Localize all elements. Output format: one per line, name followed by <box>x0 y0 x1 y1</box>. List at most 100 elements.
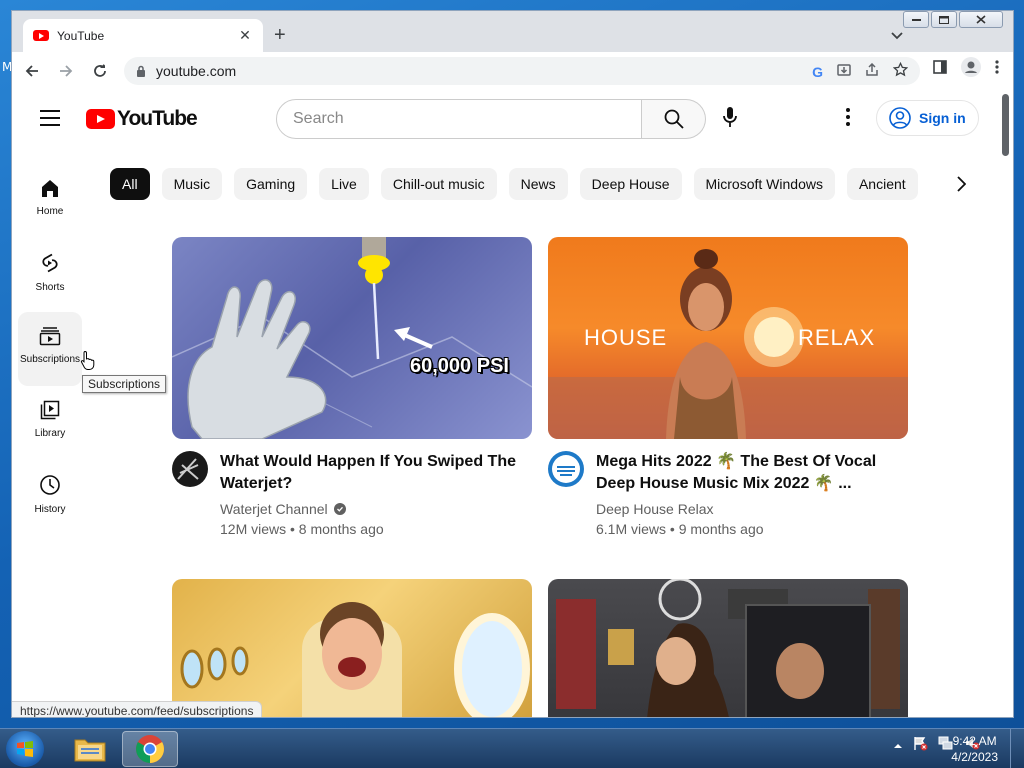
tab-search-icon[interactable] <box>891 27 903 45</box>
library-icon <box>40 400 60 420</box>
chip-ancient[interactable]: Ancient <box>846 168 918 200</box>
close-window-button[interactable] <box>959 11 1003 28</box>
sidebar-item-history[interactable]: History <box>18 460 82 534</box>
verified-check-icon <box>333 503 346 515</box>
chip-music[interactable]: Music <box>161 168 223 200</box>
thumbnail-text-right: RELAX <box>798 325 876 350</box>
bookmark-star-icon[interactable] <box>892 61 909 82</box>
video-thumbnail[interactable] <box>172 579 532 717</box>
sidebar-item-home[interactable]: Home <box>18 164 82 238</box>
channel-name-text: Waterjet Channel <box>220 501 328 517</box>
shorts-icon <box>42 253 58 273</box>
maximize-button[interactable] <box>931 11 957 28</box>
podcast-thumbnail-art <box>556 579 900 717</box>
video-thumbnail[interactable] <box>548 579 908 717</box>
back-button[interactable] <box>18 57 46 85</box>
address-bar[interactable]: youtube.com G <box>124 57 920 85</box>
install-icon[interactable] <box>837 63 851 82</box>
video-stats: 12M views • 8 months ago <box>220 521 384 537</box>
profile-avatar-icon[interactable] <box>961 57 981 82</box>
chip-microsoft-windows[interactable]: Microsoft Windows <box>693 168 835 200</box>
chip-live[interactable]: Live <box>319 168 369 200</box>
chip-all[interactable]: All <box>110 168 150 200</box>
sidebar-item-library[interactable]: Library <box>18 386 82 460</box>
sidebar-label-home: Home <box>36 206 64 217</box>
chevron-right-icon[interactable] <box>956 176 967 197</box>
thumbnail-text-left: HOUSE <box>584 325 668 350</box>
chrome-icon <box>136 735 164 763</box>
microphone-icon[interactable] <box>722 106 738 133</box>
sidebar-item-subscriptions[interactable]: Subscriptions <box>18 312 82 386</box>
channel-avatar[interactable] <box>548 451 584 487</box>
page-scrollbar[interactable] <box>998 90 1013 717</box>
channel-name[interactable]: Waterjet Channel <box>220 501 520 517</box>
channel-name[interactable]: Deep House Relax <box>596 501 896 517</box>
clock-time: 9:42 AM <box>952 734 997 748</box>
scrollbar-thumb[interactable] <box>1002 94 1009 156</box>
menu-icon[interactable] <box>40 110 60 131</box>
video-stats: 6.1M views • 9 months ago <box>596 521 764 537</box>
youtube-favicon-icon <box>33 30 49 41</box>
forward-arrow-icon <box>60 65 73 77</box>
taskbar-chrome[interactable] <box>122 731 178 767</box>
chip-gaming[interactable]: Gaming <box>234 168 308 200</box>
taskbar-clock[interactable]: 9:42 AM 4/2/2023 <box>951 733 998 765</box>
search-input[interactable]: Search <box>276 99 642 139</box>
sidebar-label-shorts: Shorts <box>35 282 65 293</box>
action-center-flag-icon[interactable] <box>912 735 928 754</box>
chip-chill-out-music[interactable]: Chill-out music <box>380 168 497 200</box>
chip-bar: All Music Gaming Live Chill-out music Ne… <box>110 168 925 202</box>
windows-logo-icon <box>17 741 33 757</box>
sign-in-label: Sign in <box>919 110 966 126</box>
minimize-button[interactable] <box>903 11 929 28</box>
search-placeholder: Search <box>293 110 344 127</box>
tray-expand-icon[interactable] <box>894 738 902 752</box>
forward-button[interactable] <box>52 57 80 85</box>
video-thumbnail[interactable]: HOUSE RELAX <box>548 237 908 439</box>
tab-close-button[interactable]: ✕ <box>237 27 253 44</box>
show-desktop-button[interactable] <box>1010 729 1024 768</box>
start-button[interactable] <box>6 731 44 767</box>
sidebar-label-library: Library <box>34 428 66 439</box>
back-arrow-icon <box>25 65 38 77</box>
browser-toolbar: youtube.com G <box>12 52 1013 90</box>
chip-news[interactable]: News <box>508 168 568 200</box>
sidebar-label-history: History <box>34 504 66 515</box>
youtube-logo[interactable]: YouTube <box>86 107 198 131</box>
settings-more-icon[interactable] <box>846 108 850 131</box>
hand-cursor-icon <box>80 350 95 370</box>
youtube-page: YouTube Search Sign in All Music Gaming <box>12 90 1000 717</box>
channel-name-text: Deep House Relax <box>596 501 714 517</box>
video-title[interactable]: Mega Hits 2022 🌴 The Best Of Vocal Deep … <box>596 451 896 495</box>
url-text: youtube.com <box>156 63 237 79</box>
window-controls <box>903 11 1003 28</box>
search-button[interactable] <box>642 99 706 139</box>
sidebar-item-shorts[interactable]: Shorts <box>18 238 82 312</box>
chrome-menu-icon[interactable] <box>995 60 999 79</box>
video-card[interactable] <box>172 579 532 717</box>
reload-button[interactable] <box>86 57 114 85</box>
share-icon[interactable] <box>865 62 879 82</box>
browser-window: YouTube ✕ + youtube.com G YouTube Search… <box>11 10 1014 718</box>
video-card[interactable]: HOUSE RELAX Mega Hits 2022 🌴 The Best Of… <box>548 237 908 537</box>
side-panel-icon[interactable] <box>933 60 947 79</box>
reload-icon <box>94 64 106 77</box>
google-lens-icon[interactable]: G <box>812 64 823 80</box>
video-card[interactable]: 60,000 PSI What Would Happen If You Swip… <box>172 237 532 537</box>
chip-deep-house[interactable]: Deep House <box>579 168 682 200</box>
channel-avatar[interactable] <box>172 451 208 487</box>
subscriptions-icon <box>39 327 61 346</box>
video-title[interactable]: What Would Happen If You Swiped The Wate… <box>220 451 520 495</box>
youtube-header: YouTube Search Sign in <box>12 90 1000 146</box>
waterjet-thumbnail-art <box>172 237 532 439</box>
video-thumbnail[interactable]: 60,000 PSI <box>172 237 532 439</box>
video-card[interactable] <box>548 579 908 717</box>
tab-youtube[interactable]: YouTube ✕ <box>23 19 263 52</box>
sign-in-button[interactable]: Sign in <box>876 100 979 136</box>
sidebar-label-subscriptions: Subscriptions <box>19 354 81 365</box>
clock-date: 4/2/2023 <box>951 750 998 764</box>
search-icon <box>664 109 684 129</box>
folder-icon <box>74 739 106 762</box>
new-tab-button[interactable]: + <box>274 25 286 45</box>
taskbar-explorer[interactable] <box>62 731 118 767</box>
